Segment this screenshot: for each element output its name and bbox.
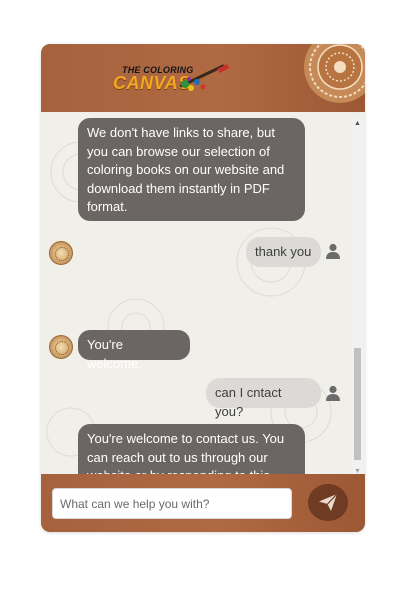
message-input[interactable]	[52, 488, 292, 519]
chat-widget: THE COLORING CANVAS We don't have links …	[41, 44, 365, 532]
user-message: can I cntact you?	[206, 378, 321, 419]
chat-header: THE COLORING CANVAS	[41, 44, 365, 112]
user-message: thank you	[246, 237, 321, 267]
chat-messages-area[interactable]: We don't have links to share, but you ca…	[41, 112, 365, 474]
chat-scrollbar[interactable]: ▲ ▼	[352, 118, 363, 476]
send-button[interactable]	[308, 484, 348, 521]
chat-composer	[41, 474, 365, 532]
bot-message: We don't have links to share, but you ca…	[78, 118, 305, 221]
scroll-up-arrow-icon[interactable]: ▲	[352, 120, 363, 128]
bot-avatar	[49, 241, 73, 265]
paper-plane-icon	[319, 493, 338, 511]
bot-message: You're welcome to contact us. You can re…	[78, 424, 305, 474]
bot-avatar	[49, 335, 73, 359]
mandala-decoration-icon	[304, 44, 365, 103]
paintbrush-icon	[179, 64, 229, 91]
user-avatar-icon	[326, 243, 340, 259]
bot-message: You're welcome.	[78, 330, 190, 371]
brand-logo: THE COLORING CANVAS	[113, 58, 231, 98]
user-avatar-icon	[326, 385, 340, 401]
scroll-thumb[interactable]	[354, 348, 361, 460]
